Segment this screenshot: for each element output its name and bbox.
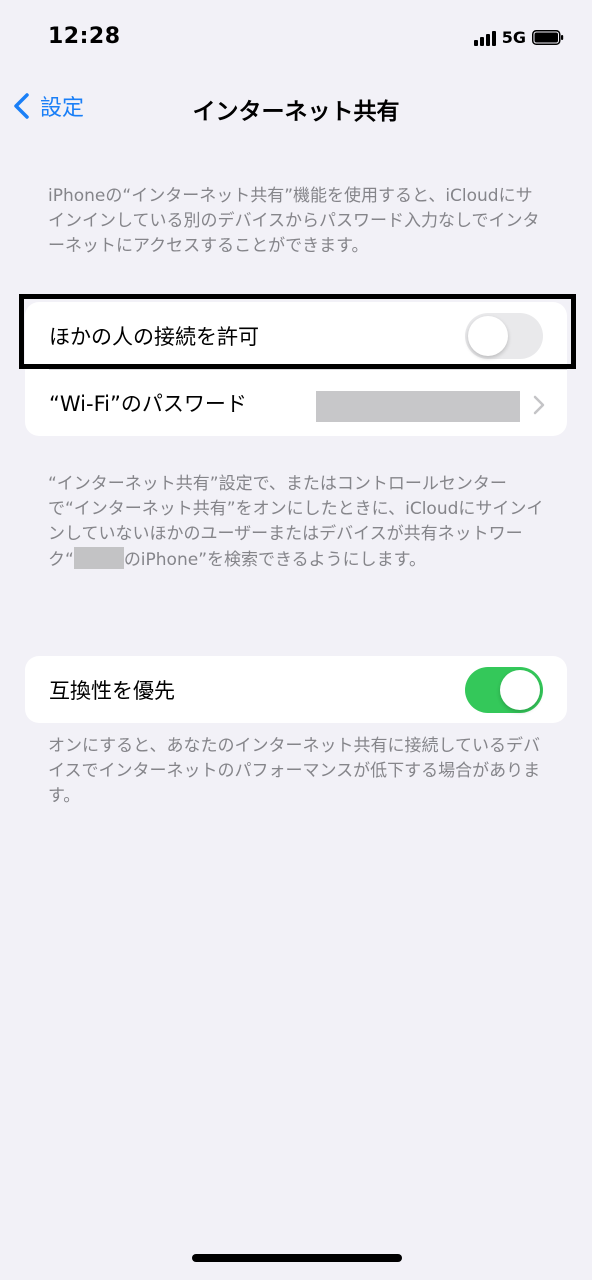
status-time: 12:28: [48, 24, 121, 49]
allow-others-label: ほかの人の接続を許可: [49, 324, 259, 349]
maximize-compatibility-label: 互換性を優先: [49, 678, 175, 703]
page-title: インターネット共有: [192, 99, 400, 125]
toggle-knob: [500, 669, 540, 710]
wifi-password-row[interactable]: “Wi-Fi”のパスワード: [25, 369, 567, 436]
maximize-compatibility-row[interactable]: 互換性を優先: [25, 656, 567, 723]
status-bar: 12:28 5G: [0, 0, 592, 70]
allow-others-description: “インターネット共有”設定で、またはコントロールセンターで“インターネット共有”…: [48, 472, 548, 573]
redacted-password: [316, 391, 520, 422]
status-indicators: 5G: [473, 28, 564, 47]
maximize-compatibility-toggle[interactable]: [465, 666, 543, 713]
hotspot-description: iPhoneの“インターネット共有”機能を使用すると、iCloudにサインインし…: [48, 186, 540, 256]
compatibility-description: オンにすると、あなたのインターネット共有に接続しているデバイスでインターネットの…: [48, 736, 541, 806]
compatibility-settings-group: 互換性を優先: [25, 656, 567, 723]
hotspot-settings-group: ほかの人の接続を許可 “Wi-Fi”のパスワード: [19, 294, 576, 436]
redacted-device-name: [73, 547, 124, 569]
description-text-after: のiPhone”を検索できるようにします。: [123, 550, 426, 570]
wifi-password-label: “Wi-Fi”のパスワード: [49, 391, 247, 416]
allow-others-row[interactable]: ほかの人の接続を許可: [25, 302, 567, 370]
network-type-label: 5G: [501, 28, 526, 47]
allow-others-toggle[interactable]: [465, 312, 543, 359]
chevron-right-icon: [533, 395, 545, 415]
home-indicator[interactable]: [192, 1254, 402, 1262]
navigation-bar: 設定 インターネット共有: [0, 78, 592, 134]
battery-icon: [532, 30, 564, 45]
toggle-knob: [468, 315, 508, 356]
signal-bars-icon: [473, 30, 496, 46]
